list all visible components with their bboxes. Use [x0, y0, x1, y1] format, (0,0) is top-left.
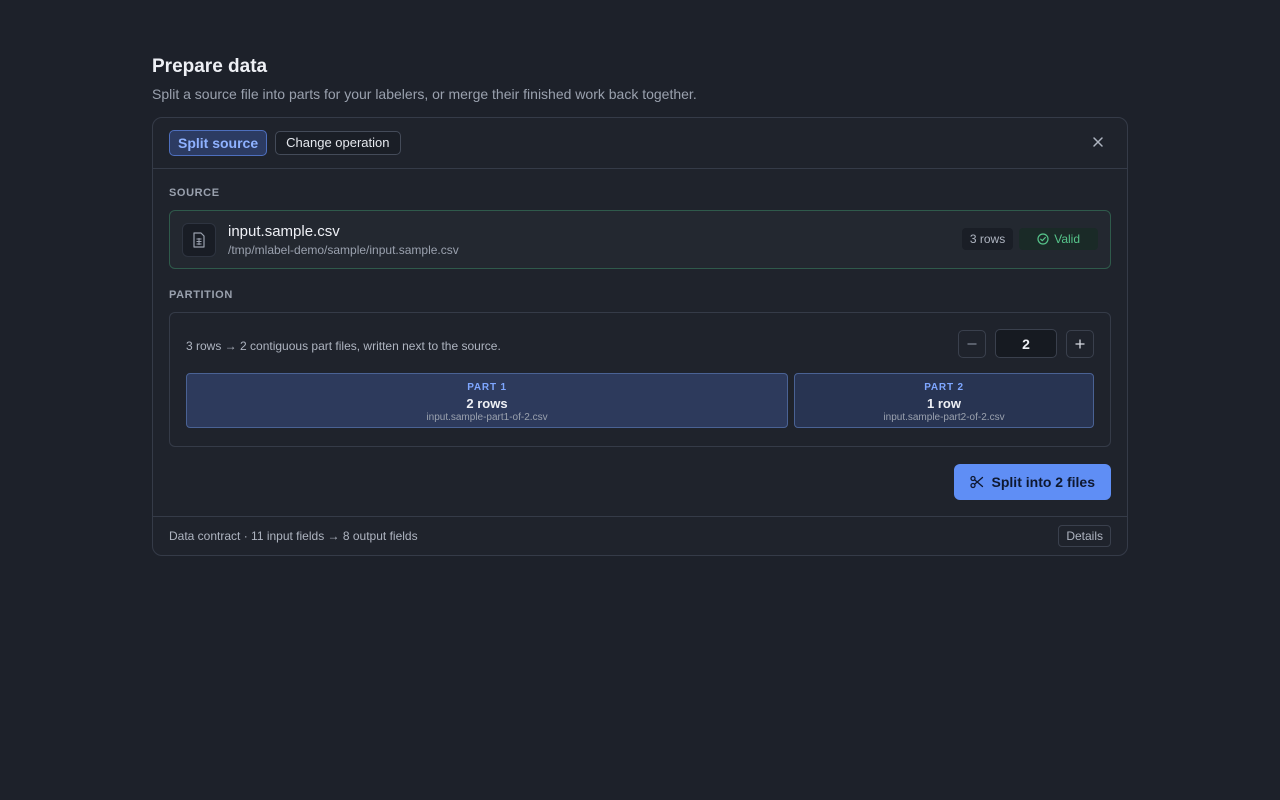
- part-file-name: input.sample-part2-of-2.csv: [883, 412, 1005, 423]
- part-file-name: input.sample-part1-of-2.csv: [426, 412, 548, 423]
- status-badge: Valid: [1019, 228, 1098, 250]
- rows-count-badge: 3 rows: [961, 228, 1014, 250]
- part-count-input[interactable]: 2: [995, 329, 1057, 358]
- page-title: Prepare data: [152, 56, 268, 77]
- parts-preview: PART 1 2 rows input.sample-part1-of-2.cs…: [186, 373, 1094, 428]
- partition-section-label: PARTITION: [169, 289, 233, 301]
- details-button[interactable]: Details: [1058, 525, 1111, 547]
- plus-icon: [1075, 338, 1085, 349]
- part-label: PART 1: [467, 382, 507, 393]
- decrement-button[interactable]: [958, 329, 986, 358]
- increment-button[interactable]: [1066, 329, 1094, 358]
- source-meta: 3 rows Valid: [961, 228, 1098, 250]
- source-text: input.sample.csv /tmp/mlabel-demo/sample…: [228, 222, 459, 258]
- part-count-stepper: 2: [958, 329, 1094, 358]
- source-file-path: /tmp/mlabel-demo/sample/input.sample.csv: [228, 242, 459, 257]
- minus-icon: [967, 342, 977, 345]
- close-icon[interactable]: [1089, 133, 1107, 151]
- part-rows: 2 rows: [466, 396, 508, 411]
- split-card: Split source Change operation SOURCE inp…: [152, 117, 1128, 556]
- part-label: PART 2: [924, 382, 964, 393]
- file-text-icon: [182, 222, 216, 257]
- partition-box: 3 rows → 2 contiguous part files, writte…: [169, 312, 1111, 447]
- check-circle-icon: [1037, 233, 1049, 245]
- status-label: Valid: [1054, 232, 1080, 246]
- part-rows: 1 row: [927, 396, 961, 411]
- split-source-badge: Split source: [169, 130, 268, 156]
- partition-description: 3 rows → 2 contiguous part files, writte…: [186, 339, 501, 353]
- source-file-box: input.sample.csv /tmp/mlabel-demo/sample…: [169, 210, 1111, 269]
- part-card: PART 1 2 rows input.sample-part1-of-2.cs…: [186, 373, 788, 428]
- part-card: PART 2 1 row input.sample-part2-of-2.csv: [794, 373, 1094, 428]
- change-operation-button[interactable]: Change operation: [275, 131, 401, 155]
- card-header: Split source Change operation: [153, 118, 1127, 169]
- source-section-label: SOURCE: [169, 187, 220, 199]
- source-file-name: input.sample.csv: [228, 222, 340, 240]
- card-body: SOURCE input.sample.csv /tmp/mlabel-demo…: [153, 169, 1127, 516]
- card-footer: Data contract · 11 input fields → 8 outp…: [153, 516, 1127, 555]
- prepare-data-page: Prepare data Split a source file into pa…: [152, 54, 1128, 556]
- split-files-button[interactable]: Split into 2 files: [953, 464, 1111, 500]
- data-contract-summary: Data contract · 11 input fields → 8 outp…: [169, 529, 418, 543]
- page-subtitle: Split a source file into parts for your …: [152, 86, 697, 102]
- action-row: Split into 2 files: [169, 464, 1111, 500]
- scissors-icon: [969, 475, 983, 489]
- split-button-label: Split into 2 files: [991, 474, 1095, 490]
